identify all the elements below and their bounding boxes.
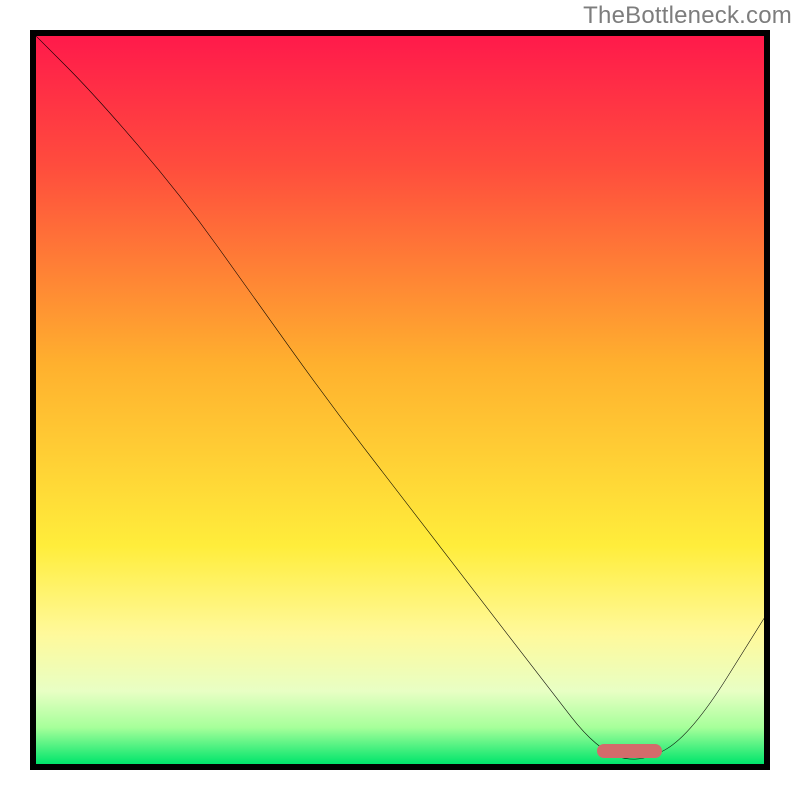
chart-container: { "watermark": "TheBottleneck.com", "col… bbox=[0, 0, 800, 800]
watermark-text: TheBottleneck.com bbox=[583, 2, 792, 30]
bottleneck-curve bbox=[36, 36, 764, 764]
plot-area bbox=[30, 30, 770, 770]
optimal-range-marker bbox=[597, 744, 663, 758]
